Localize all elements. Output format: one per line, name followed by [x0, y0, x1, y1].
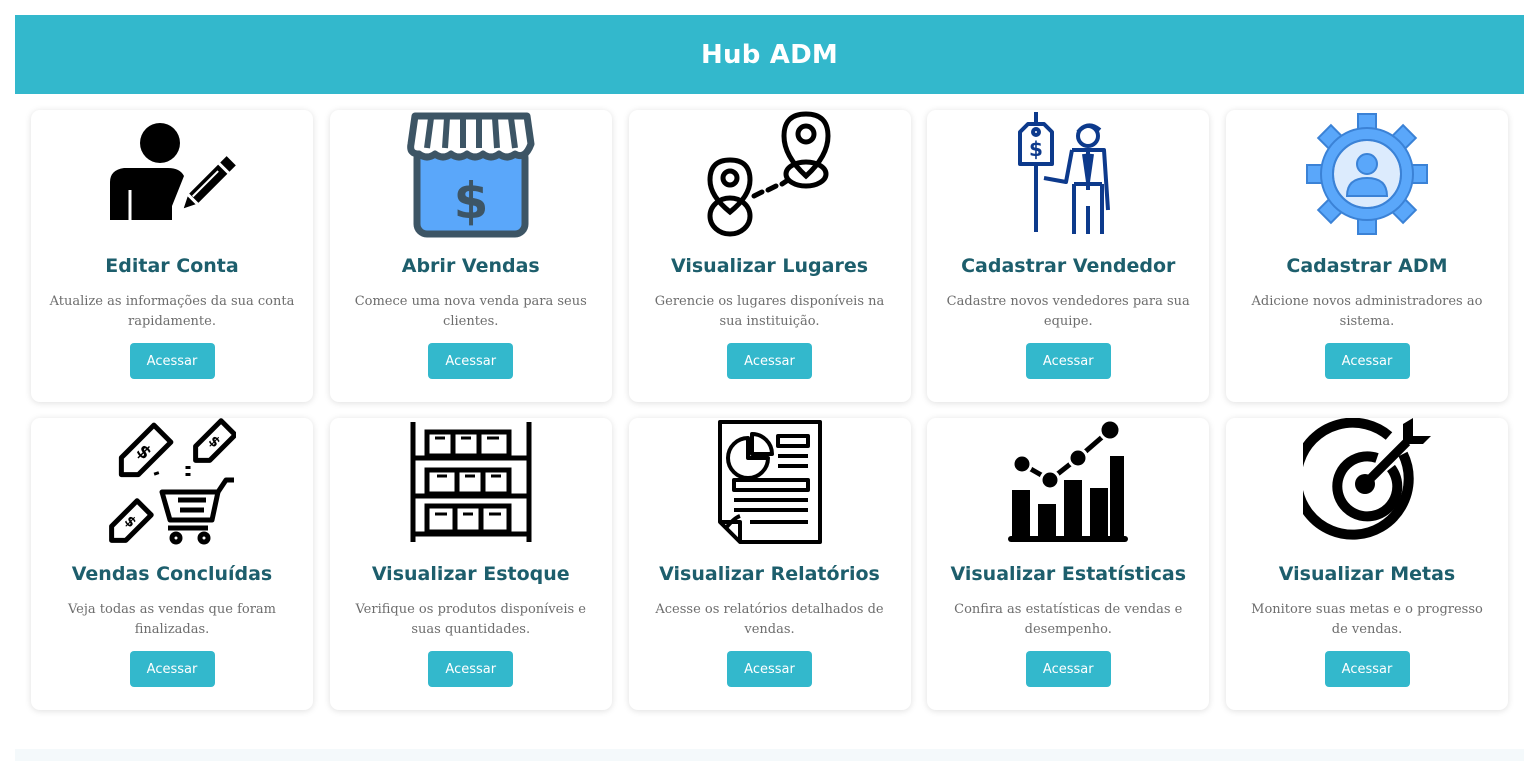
acessar-button[interactable]: Acessar — [129, 343, 215, 379]
svg-text:$: $ — [1029, 137, 1043, 161]
footer — [15, 749, 1524, 761]
card-cadastrar-adm: Cadastrar ADM Adicione novos administrad… — [1226, 110, 1508, 402]
store-dollar-icon: $ — [330, 110, 612, 238]
map-pins-route-icon — [629, 110, 911, 238]
card-description: Gerencie os lugares disponíveis na sua i… — [654, 294, 885, 329]
acessar-button[interactable]: Acessar — [1324, 343, 1410, 379]
acessar-button[interactable]: Acessar — [727, 651, 812, 687]
card-description: Monitore suas metas e o progresso de ven… — [1251, 602, 1483, 637]
acessar-button[interactable]: Acessar — [1324, 651, 1410, 687]
card-visualizar-metas: Visualizar Metas Monitore suas metas e o… — [1226, 418, 1508, 710]
card-grid: Editar Conta Atualize as informações da … — [31, 110, 1508, 710]
card-title: Visualizar Lugares — [670, 255, 869, 277]
target-goal-icon — [1226, 418, 1508, 546]
acessar-button[interactable]: Acessar — [129, 651, 215, 687]
card-title: Visualizar Metas — [1278, 563, 1456, 585]
card-editar-conta: Editar Conta Atualize as informações da … — [31, 110, 313, 402]
stock-shelves-icon — [330, 418, 612, 546]
card-title: Visualizar Estoque — [371, 563, 570, 585]
card-description: Veja todas as vendas que foram finalizad… — [67, 602, 277, 637]
card-description: Comece uma nova venda para seus clientes… — [354, 294, 587, 329]
acessar-button[interactable]: Acessar — [428, 651, 514, 687]
admin-gear-icon — [1226, 110, 1508, 238]
card-description: Atualize as informações da sua conta rap… — [49, 294, 295, 329]
card-visualizar-lugares: Visualizar Lugares Gerencie os lugares d… — [628, 110, 911, 402]
card-title: Visualizar Estatísticas — [950, 563, 1186, 585]
card-description: Acesse os relatórios detalhados de venda… — [655, 602, 884, 637]
card-title: Abrir Vendas — [401, 255, 540, 277]
acessar-button[interactable]: Acessar — [1025, 343, 1111, 379]
card-title: Cadastrar ADM — [1286, 255, 1448, 277]
card-vendas-concluidas: $ $ $ Vendas Concluídas Veja todas as ve… — [31, 418, 313, 710]
user-edit-icon — [31, 110, 313, 238]
acessar-button[interactable]: Acessar — [428, 343, 514, 379]
acessar-button[interactable]: Acessar — [1025, 651, 1111, 687]
card-abrir-vendas: $ Abrir Vendas Comece uma nova venda par… — [329, 110, 612, 402]
card-cadastrar-vendedor: $ Cadastrar Vendedor Cadastre novos vend… — [927, 110, 1210, 402]
acessar-button[interactable]: Acessar — [727, 343, 812, 379]
cart-price-tags-icon: $ $ $ — [31, 418, 313, 546]
page-header: Hub ADM — [15, 15, 1524, 94]
card-description: Verifique os produtos disponíveis e suas… — [355, 602, 586, 637]
report-document-icon — [629, 418, 911, 546]
statistics-chart-icon — [927, 418, 1209, 546]
card-visualizar-estoque: Visualizar Estoque Verifique os produtos… — [329, 418, 612, 710]
card-visualizar-relatorios: Visualizar Relatórios Acesse os relatóri… — [628, 418, 911, 710]
card-title: Visualizar Relatórios — [659, 563, 880, 585]
card-visualizar-estatisticas: Visualizar Estatísticas Confira as estat… — [927, 418, 1210, 710]
card-title: Vendas Concluídas — [71, 563, 273, 585]
card-title: Editar Conta — [105, 255, 239, 277]
page-title: Hub ADM — [701, 39, 838, 70]
svg-text:$: $ — [453, 172, 488, 230]
salesman-price-tag-icon: $ — [927, 110, 1209, 238]
card-title: Cadastrar Vendedor — [961, 255, 1176, 277]
card-description: Confira as estatísticas de vendas e dese… — [954, 602, 1183, 637]
card-description: Adicione novos administradores ao sistem… — [1251, 294, 1483, 329]
card-description: Cadastre novos vendedores para sua equip… — [946, 294, 1190, 329]
